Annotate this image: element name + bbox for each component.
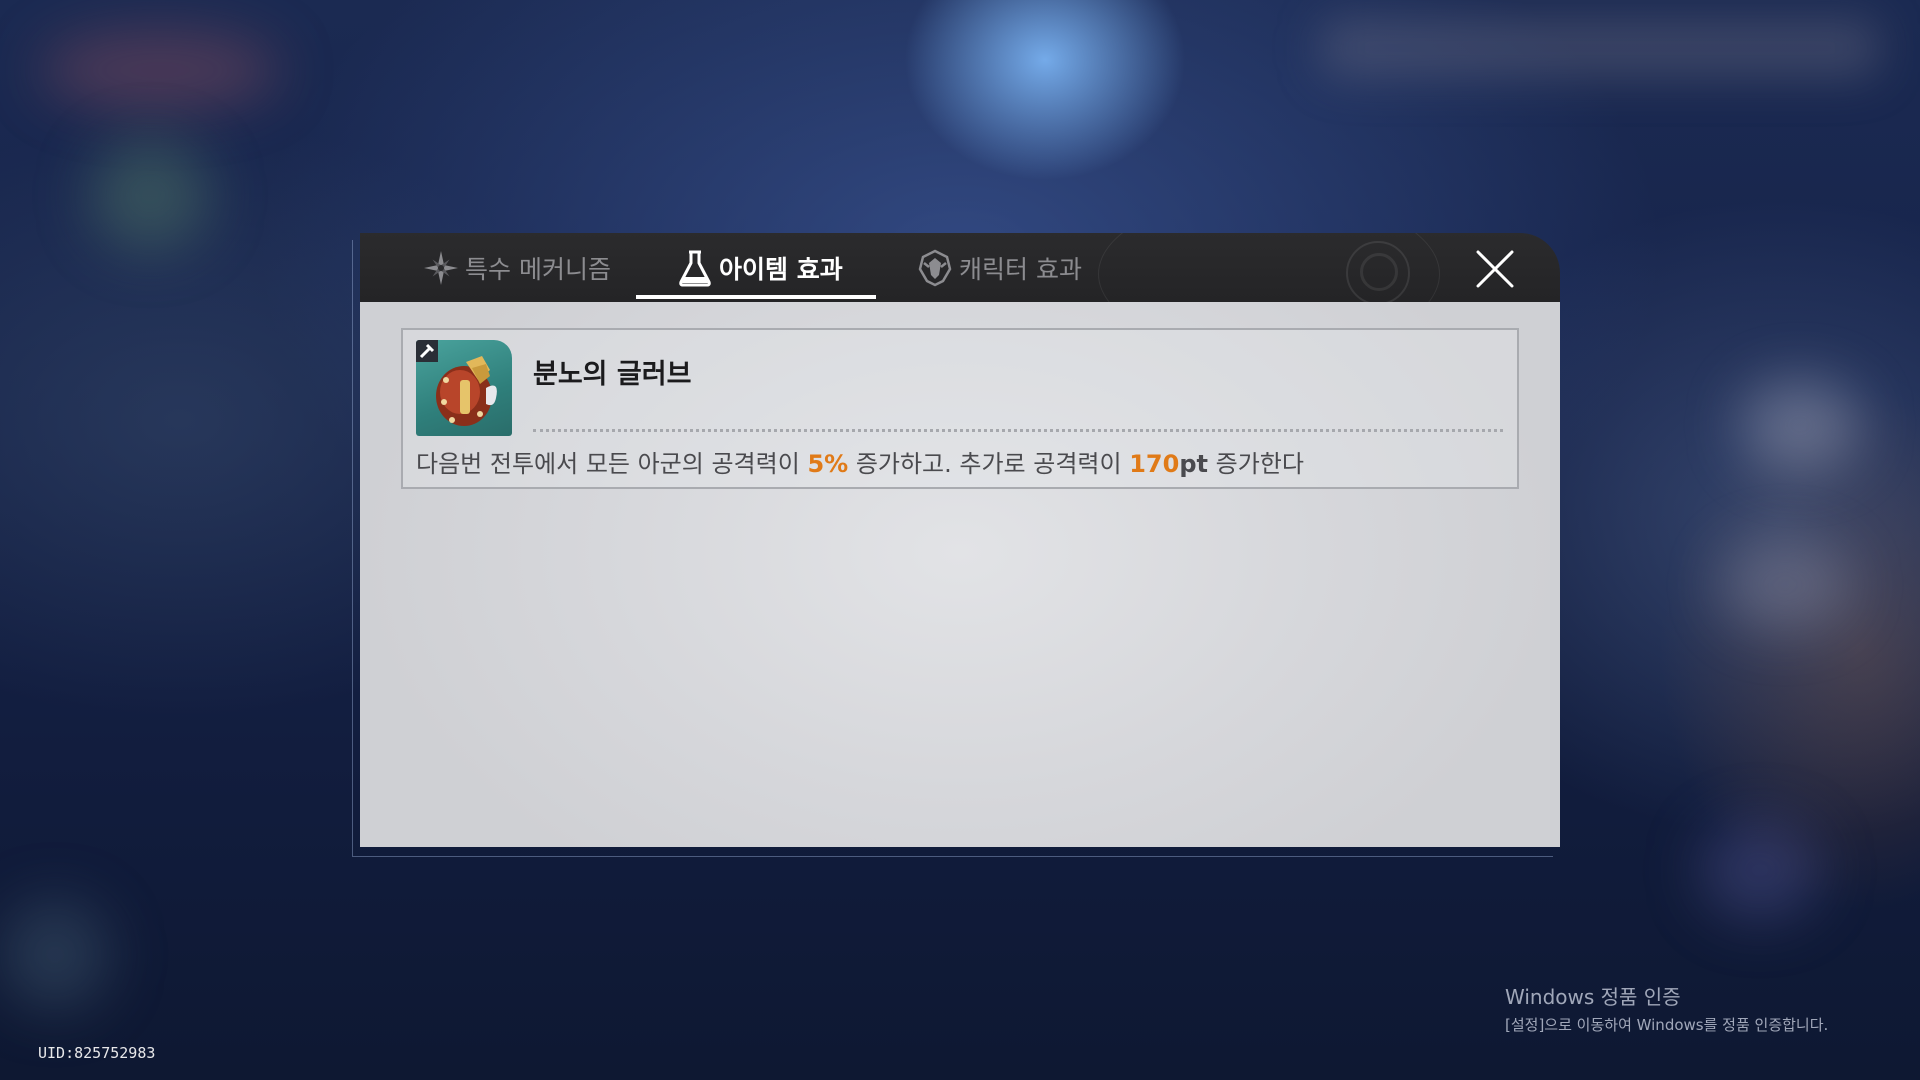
blurred-bg-shape [0, 900, 110, 1010]
close-button[interactable] [1475, 249, 1515, 289]
compass-star-icon [423, 250, 459, 286]
flask-icon [677, 249, 713, 287]
blurred-bg-shape [90, 140, 210, 250]
item-name: 분노의 글러브 [533, 359, 692, 390]
tabbar-decoration [1360, 253, 1398, 291]
tab-label: 아이템 효과 [719, 254, 843, 284]
character-emblem-icon [917, 249, 953, 287]
tab-label: 특수 메커니즘 [465, 254, 611, 284]
effects-dialog: 특수 메커니즘 아이템 효과 캐릭터 효과 분노의 글러브 다음번 전투에서 모… [360, 233, 1560, 847]
windows-activation-watermark: Windows 정품 인증 [설정]으로 이동하여 Windows를 정품 인증… [1505, 981, 1828, 1035]
desc-text: 증가한다 [1207, 450, 1304, 478]
tab-special-mechanism[interactable]: 특수 메커니즘 [423, 233, 611, 302]
tab-label: 캐릭터 효과 [959, 254, 1082, 284]
desc-text: 증가하고. 추가로 공격력이 [848, 450, 1130, 478]
blurred-bg-shape [1740, 380, 1860, 470]
close-x-icon [1476, 250, 1514, 288]
uid-label: UID:825752983 [38, 1044, 156, 1062]
desc-text: 다음번 전투에서 모든 아군의 공격력이 [416, 450, 808, 478]
watermark-title: Windows 정품 인증 [1505, 985, 1681, 1009]
desc-highlight-value: 170 [1129, 450, 1180, 478]
desc-highlight-percent: 5% [807, 450, 849, 478]
divider-dotted [533, 429, 1503, 432]
tab-bar: 특수 메커니즘 아이템 효과 캐릭터 효과 [360, 233, 1560, 302]
watermark-subtitle: [설정]으로 이동하여 Windows를 정품 인증합니다. [1505, 1016, 1829, 1034]
blurred-bg-shape [1700, 820, 1820, 920]
item-description: 다음번 전투에서 모든 아군의 공격력이 5% 증가하고. 추가로 공격력이 1… [416, 444, 1304, 479]
blurred-bg-shape [1720, 540, 1850, 630]
blurred-top-bar [1320, 18, 1880, 78]
tab-content-panel: 분노의 글러브 다음번 전투에서 모든 아군의 공격력이 5% 증가하고. 추가… [360, 302, 1560, 847]
active-tab-indicator [636, 295, 876, 299]
tab-item-effects[interactable]: 아이템 효과 [677, 233, 843, 302]
blurred-bg-shape [40, 30, 280, 110]
tab-character-effects[interactable]: 캐릭터 효과 [917, 233, 1082, 302]
item-effect-card: 분노의 글러브 다음번 전투에서 모든 아군의 공격력이 5% 증가하고. 추가… [401, 328, 1519, 489]
glove-item-icon [416, 340, 512, 436]
desc-unit: pt [1179, 450, 1208, 478]
